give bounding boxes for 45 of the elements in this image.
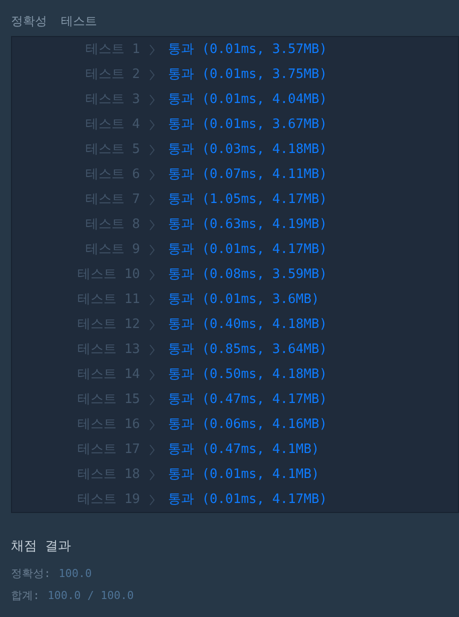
chevron-icon <box>149 394 155 406</box>
chevron-icon <box>149 68 155 80</box>
summary-label: 합계: <box>11 588 40 604</box>
test-result: 통과 (0.01ms, 4.1MB) <box>168 466 320 484</box>
summary-value: 100.0 / 100.0 <box>48 588 134 604</box>
chevron-icon <box>149 318 155 330</box>
test-result: 통과 (0.06ms, 4.16MB) <box>168 416 328 434</box>
test-result: 통과 (0.08ms, 3.59MB) <box>168 266 328 284</box>
test-result: 통과 (0.03ms, 4.18MB) <box>168 140 328 159</box>
chevron-icon <box>149 118 155 130</box>
test-result: 통과 (0.01ms, 3.57MB) <box>168 40 328 59</box>
test-result: 통과 (0.01ms, 4.17MB) <box>168 240 328 259</box>
chevron-icon <box>149 144 155 156</box>
chevron-icon <box>149 494 155 506</box>
test-result: 통과 (0.01ms, 3.6MB) <box>168 290 320 309</box>
chevron-icon <box>149 344 155 356</box>
chevron-icon <box>149 94 155 106</box>
test-result: 통과 (0.63ms, 4.19MB) <box>168 216 328 234</box>
chevron-icon <box>149 218 155 230</box>
column-header: 테스트 <box>61 13 97 30</box>
test-result: 통과 (0.47ms, 4.1MB) <box>168 440 320 459</box>
summary-title: 채점 결과 <box>11 538 72 556</box>
test-result: 통과 (0.40ms, 4.18MB) <box>168 316 328 334</box>
summary-value: 100.0 <box>58 566 92 582</box>
test-result: 통과 (0.47ms, 4.17MB) <box>168 390 328 409</box>
chevron-icon <box>149 294 155 306</box>
test-result: 통과 (0.07ms, 4.11MB) <box>168 166 328 184</box>
chevron-icon <box>149 418 155 430</box>
test-result: 통과 (0.01ms, 4.17MB) <box>168 490 328 509</box>
chevron-icon <box>149 444 155 456</box>
test-result: 통과 (0.85ms, 3.64MB) <box>168 340 328 359</box>
test-result: 통과 (1.05ms, 4.17MB) <box>168 190 328 209</box>
chevron-icon <box>149 468 155 480</box>
chevron-icon <box>149 268 155 280</box>
test-result: 통과 (0.01ms, 4.04MB) <box>168 90 328 109</box>
test-result: 통과 (0.01ms, 3.75MB) <box>168 66 328 84</box>
chevron-icon <box>149 244 155 256</box>
chevron-icon <box>149 44 155 56</box>
chevron-icon <box>149 194 155 206</box>
test-result: 통과 (0.50ms, 4.18MB) <box>168 366 328 384</box>
chevron-icon <box>149 368 155 380</box>
chevron-icon <box>149 168 155 180</box>
test-result: 통과 (0.01ms, 3.67MB) <box>168 116 328 134</box>
summary-label: 정확성: <box>11 566 51 582</box>
column-header: 정확성 <box>11 13 47 30</box>
